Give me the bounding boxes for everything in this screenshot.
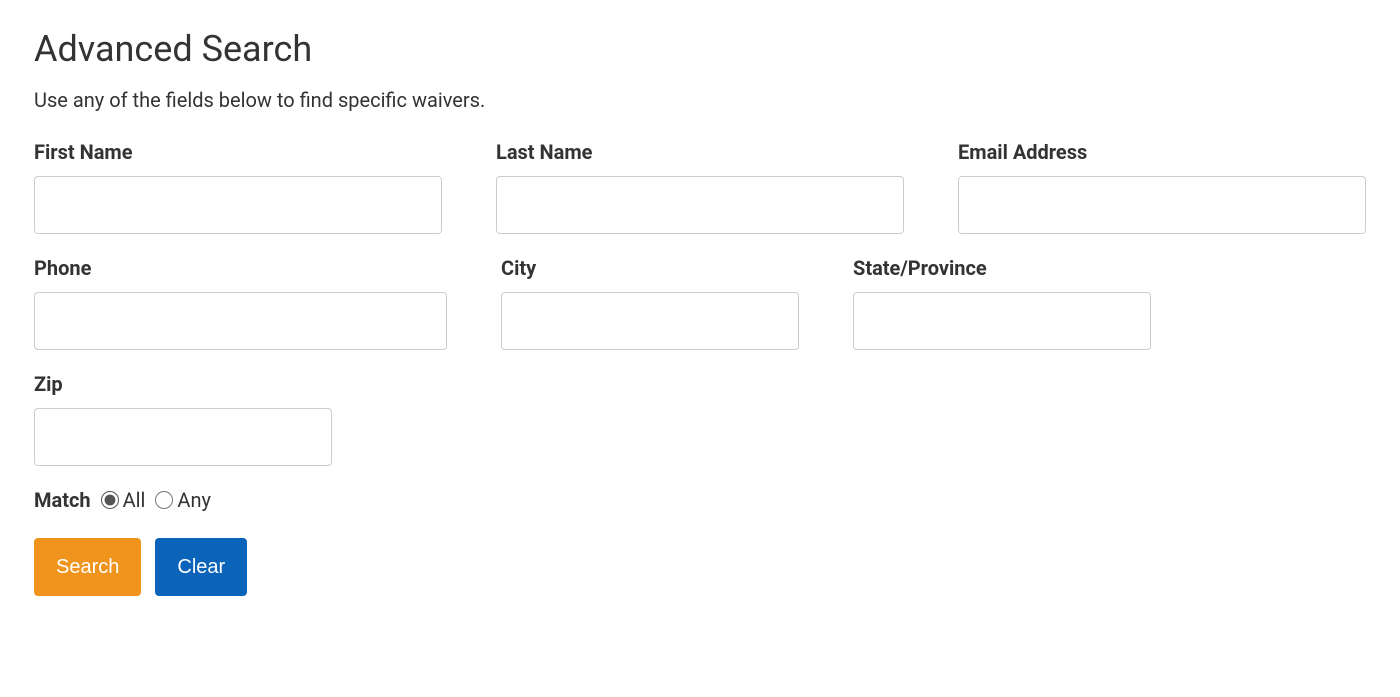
city-input[interactable]	[501, 292, 799, 350]
phone-label: Phone	[34, 256, 447, 280]
match-radio-all[interactable]	[101, 491, 119, 509]
state-label: State/Province	[853, 256, 1151, 280]
match-label: Match	[34, 488, 91, 512]
zip-input[interactable]	[34, 408, 332, 466]
last-name-input[interactable]	[496, 176, 904, 234]
first-name-input[interactable]	[34, 176, 442, 234]
email-label: Email Address	[958, 140, 1366, 164]
match-option-all-label: All	[123, 488, 146, 512]
last-name-label: Last Name	[496, 140, 904, 164]
page-subtitle: Use any of the fields below to find spec…	[34, 88, 1366, 112]
clear-button[interactable]: Clear	[155, 538, 247, 596]
match-option-all[interactable]: All	[101, 488, 146, 512]
page-title: Advanced Search	[34, 28, 1366, 70]
zip-label: Zip	[34, 372, 332, 396]
search-button[interactable]: Search	[34, 538, 141, 596]
match-option-any-label: Any	[177, 488, 211, 512]
city-label: City	[501, 256, 799, 280]
first-name-label: First Name	[34, 140, 442, 164]
phone-input[interactable]	[34, 292, 447, 350]
email-input[interactable]	[958, 176, 1366, 234]
state-input[interactable]	[853, 292, 1151, 350]
match-option-any[interactable]: Any	[155, 488, 211, 512]
match-radio-any[interactable]	[155, 491, 173, 509]
